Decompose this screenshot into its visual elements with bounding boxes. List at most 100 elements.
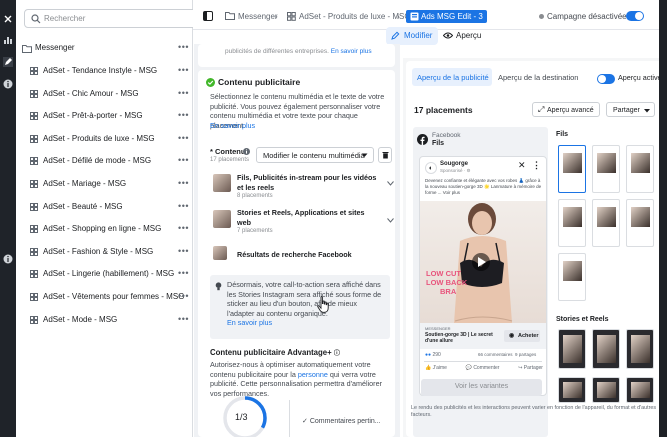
search-input[interactable] xyxy=(44,13,194,24)
sidebar-item-adset[interactable]: AdSet - Mode - MSG ••• xyxy=(16,312,193,328)
facebook-icon xyxy=(417,134,428,145)
placement-thumbnail[interactable] xyxy=(626,329,654,369)
tab-destination-preview[interactable]: Aperçu de la destination xyxy=(498,68,578,86)
like-action[interactable]: 👍 J'aime xyxy=(425,365,447,371)
comment-label: Commenter xyxy=(473,365,500,371)
sidebar-item-adset[interactable]: AdSet - Tendance Instyle - MSG ••• xyxy=(16,63,193,79)
pencil-icon[interactable] xyxy=(3,57,13,67)
modify-button[interactable]: Modifier xyxy=(386,27,439,45)
adset-label: AdSet - Mariage - MSG xyxy=(43,179,127,188)
adset-label: AdSet - Prêt-à-porter - MSG xyxy=(43,111,143,121)
group-title[interactable]: Stories et Reels, Applications et sites … xyxy=(237,208,369,227)
sidebar-item-adset[interactable]: AdSet - Défilé de mode - MSG ••• xyxy=(16,153,193,169)
preview-disclaimer: Le rendu des publicités et les interacti… xyxy=(411,405,657,418)
close-icon[interactable] xyxy=(3,14,13,24)
play-icon xyxy=(478,257,486,267)
sidebar-item-adset[interactable]: AdSet - Chic Amour - MSG ••• xyxy=(16,86,193,102)
sidebar-item-adset[interactable]: AdSet - Shopping en ligne - MSG ••• xyxy=(16,221,193,237)
search-box[interactable] xyxy=(24,9,201,28)
adset-grid-icon xyxy=(30,202,38,211)
preview-toggle-label: Aperçu activé xyxy=(618,73,662,82)
sidebar-item-adset[interactable]: AdSet - Produits de luxe - MSG ••• xyxy=(16,131,193,147)
promo-line-1: LOW CUT xyxy=(426,269,461,278)
advanced-preview-button[interactable]: ⤢ Aperçu avancé xyxy=(532,102,600,117)
sidebar-toggle-icon[interactable] xyxy=(203,11,213,21)
chevron-down-icon[interactable] xyxy=(387,218,394,223)
sidebar-item-adset[interactable]: AdSet - Vêtements pour femmes - MSG ••• xyxy=(16,289,193,305)
breadcrumb-campaign[interactable]: Messenger xyxy=(238,12,278,21)
campaign-row[interactable]: Messenger ••• xyxy=(16,40,193,56)
placement-thumbnail[interactable] xyxy=(592,377,620,403)
more-vertical-icon[interactable]: ⋮ xyxy=(532,160,541,171)
placement-thumbnail[interactable] xyxy=(592,199,620,247)
more-icon[interactable]: ••• xyxy=(178,291,189,301)
more-icon[interactable]: ••• xyxy=(178,178,189,188)
chevron-down-icon[interactable] xyxy=(387,181,394,186)
placement-thumbnail[interactable] xyxy=(592,145,620,193)
breadcrumb-adset[interactable]: AdSet - Produits de luxe - MSG xyxy=(299,12,411,21)
placement-thumbnail[interactable] xyxy=(592,329,620,369)
preview-button[interactable]: Aperçu xyxy=(438,27,487,45)
left-rail xyxy=(0,0,16,437)
placement-thumbnail[interactable] xyxy=(558,199,586,247)
tab-ad-preview[interactable]: Aperçu de la publicité xyxy=(412,68,492,86)
modify-label: Modifier xyxy=(404,31,433,40)
info-icon xyxy=(243,148,250,155)
more-icon[interactable]: ••• xyxy=(178,88,189,98)
modify-media-dropdown[interactable]: Modifier le contenu multimédia xyxy=(256,147,374,163)
breadcrumb-ad[interactable]: Ads MSG Edit - 3 xyxy=(406,10,487,23)
more-icon[interactable]: ••• xyxy=(178,223,189,233)
placement-thumbnail[interactable] xyxy=(558,253,586,301)
see-variants-button[interactable]: Voir les variantes xyxy=(421,379,542,396)
notice-learn-more-link[interactable]: En savoir plus xyxy=(227,318,272,328)
play-button[interactable] xyxy=(472,253,490,271)
info-icon[interactable] xyxy=(3,79,13,89)
campaign-toggle[interactable] xyxy=(626,11,644,21)
share-action-label: Partager xyxy=(523,365,543,371)
share-button[interactable]: Partager xyxy=(606,102,655,117)
more-icon[interactable]: ••• xyxy=(178,246,189,256)
media-thumbnail xyxy=(213,210,231,228)
more-icon[interactable]: ••• xyxy=(178,201,189,211)
breadcrumb-separator: › xyxy=(397,12,400,21)
sidebar-item-adset[interactable]: AdSet - Mariage - MSG ••• xyxy=(16,176,193,192)
thumbs-fils-title: Fils xyxy=(556,131,569,138)
promo-text: LOW CUT LOW BACK BRA xyxy=(426,269,467,296)
delete-button[interactable] xyxy=(378,147,392,163)
sidebar-item-adset[interactable]: AdSet - Fashion & Style - MSG ••• xyxy=(16,244,193,260)
buy-button[interactable]: ◉ Acheter xyxy=(504,330,540,342)
sidebar-item-adset[interactable]: AdSet - Lingerie (habillement) - MSG ••• xyxy=(16,266,193,282)
more-icon[interactable]: ••• xyxy=(178,65,189,75)
placement-thumbnail[interactable] xyxy=(558,145,586,193)
more-icon[interactable]: ••• xyxy=(178,268,189,278)
share-action[interactable]: ↪ Partager xyxy=(518,365,543,371)
sidebar-item-adset[interactable]: AdSet - Prêt-à-porter - MSG ••• xyxy=(16,108,193,124)
preview-toggle[interactable] xyxy=(597,74,615,84)
placement-thumbnail[interactable] xyxy=(626,377,654,403)
trash-icon xyxy=(382,152,389,159)
more-icon[interactable]: ••• xyxy=(178,133,189,143)
status-dot-icon xyxy=(539,14,544,19)
more-icon[interactable]: ••• xyxy=(178,155,189,165)
info-icon[interactable] xyxy=(3,254,13,264)
placement-thumbnail[interactable] xyxy=(626,145,654,193)
content-learn-more-link[interactable]: En savoir plus xyxy=(210,121,255,131)
advantage-description: Autorisez-nous à optimiser automatiqueme… xyxy=(210,360,390,398)
chart-icon[interactable] xyxy=(3,35,13,45)
learn-more-link[interactable]: En savoir plus xyxy=(331,48,372,55)
placement-thumbnail[interactable] xyxy=(626,199,654,247)
share-label: Partager xyxy=(613,107,640,114)
more-icon[interactable]: ••• xyxy=(178,314,189,324)
placement-thumbnail[interactable] xyxy=(558,329,586,369)
hand-cursor-icon xyxy=(317,296,329,313)
advantage-link[interactable]: personne xyxy=(298,370,328,379)
more-icon[interactable]: ••• xyxy=(178,110,189,120)
more-icon[interactable]: ••• xyxy=(178,42,189,52)
comment-action[interactable]: 💬 Commenter xyxy=(466,365,500,371)
adset-grid-icon xyxy=(30,134,38,143)
group-title[interactable]: Fils, Publicités in-stream pour les vidé… xyxy=(237,173,379,192)
sidebar-item-adset[interactable]: AdSet - Beauté - MSG ••• xyxy=(16,199,193,215)
group-title[interactable]: Résultats de recherche Facebook xyxy=(237,250,352,260)
close-icon[interactable]: ✕ xyxy=(518,160,526,171)
placement-thumbnail[interactable] xyxy=(558,377,586,403)
